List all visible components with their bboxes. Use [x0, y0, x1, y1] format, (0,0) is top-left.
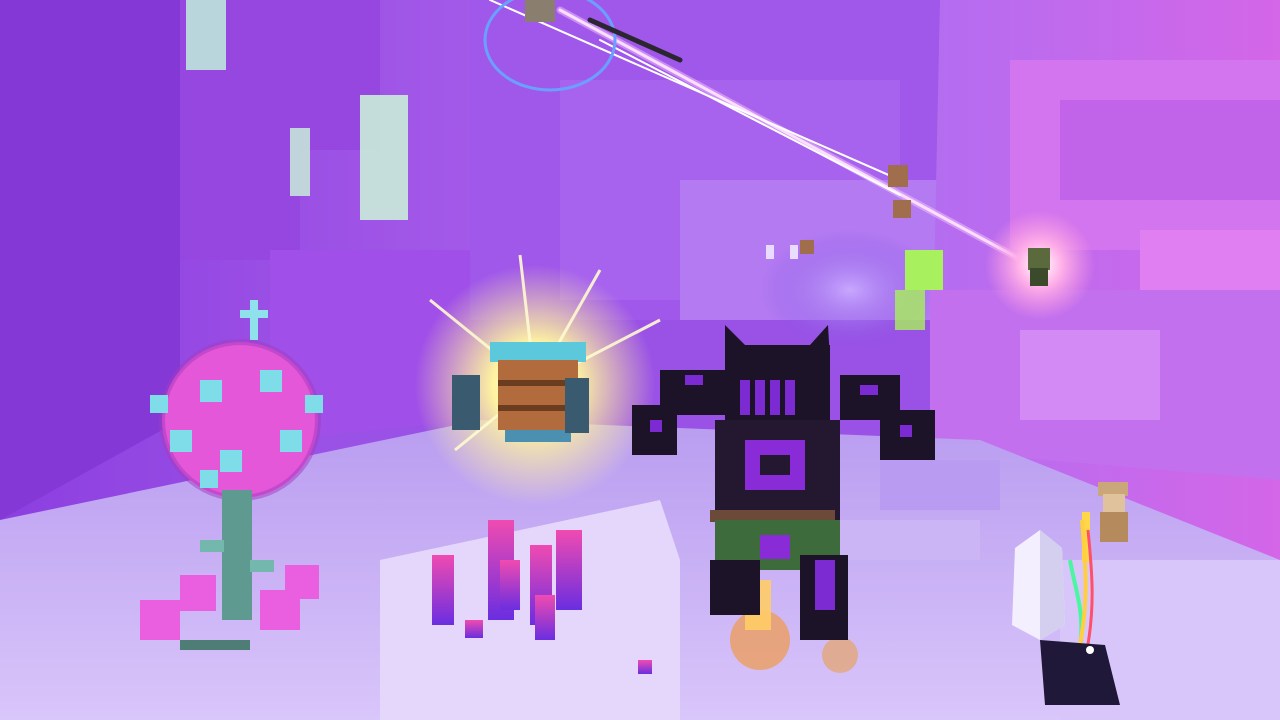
- game-viewport[interactable]: [0, 0, 1280, 720]
- ally-top-right: [985, 210, 1095, 320]
- game-scene: [0, 0, 1280, 720]
- green-block: [905, 250, 943, 290]
